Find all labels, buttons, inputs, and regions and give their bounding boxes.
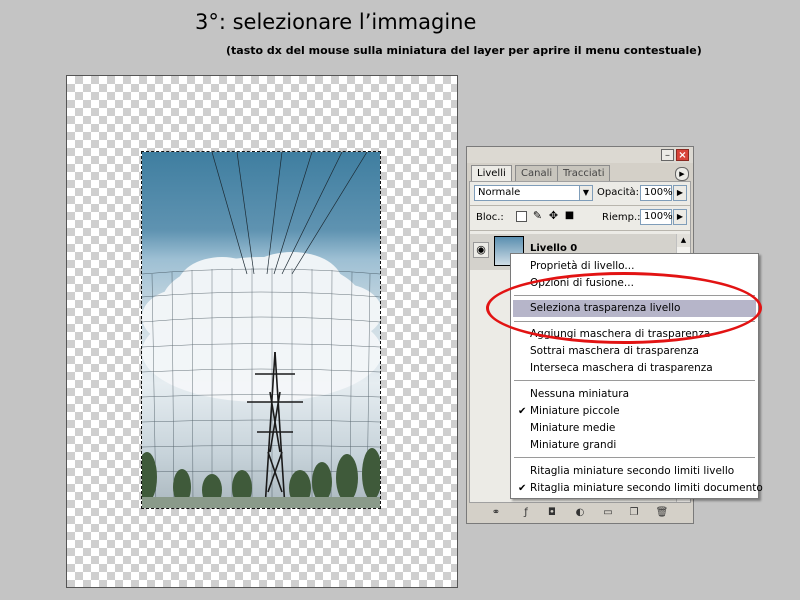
- opacity-label: Opacità:: [597, 187, 640, 198]
- layer-style-icon[interactable]: ƒ: [519, 506, 533, 519]
- menu-item-label: Miniature piccole: [530, 405, 620, 417]
- layer-image: [141, 151, 381, 509]
- menu-item-label: Interseca maschera di trasparenza: [530, 362, 713, 374]
- menu-item-blending-options[interactable]: Opzioni di fusione...: [513, 275, 756, 292]
- scroll-up-icon[interactable]: ▲: [677, 234, 690, 247]
- add-mask-icon[interactable]: ◘: [545, 506, 559, 519]
- checkmark-icon: ✔: [518, 406, 527, 417]
- menu-item-label: Proprietà di livello...: [530, 260, 635, 272]
- panel-menu-arrow-icon[interactable]: ▶: [675, 167, 689, 181]
- menu-item-label: Seleziona trasparenza livello: [530, 302, 681, 314]
- context-menu: Proprietà di livello... Opzioni di fusio…: [510, 253, 763, 499]
- menu-item-intersect-transparency-mask[interactable]: Interseca maschera di trasparenza: [513, 360, 756, 377]
- photo-illustration: [142, 152, 380, 508]
- new-layer-icon[interactable]: ❐: [627, 506, 641, 519]
- menu-item-layer-properties[interactable]: Proprietà di livello...: [513, 258, 756, 275]
- menu-item-clip-thumbnails-document[interactable]: ✔ Ritaglia miniature secondo limiti docum…: [513, 480, 763, 497]
- panel-bottom-toolbar: ⚭ ƒ ◘ ◐ ▭ ❐ 🗑: [469, 505, 691, 521]
- close-button[interactable]: ×: [676, 149, 689, 161]
- menu-item-subtract-transparency-mask[interactable]: Sottrai maschera di trasparenza: [513, 343, 756, 360]
- lock-all-icon[interactable]: ■: [564, 211, 575, 222]
- chevron-down-icon[interactable]: ▼: [579, 185, 593, 201]
- tab-canali[interactable]: Canali: [515, 165, 559, 181]
- menu-item-label: Opzioni di fusione...: [530, 277, 634, 289]
- lock-transparency-icon[interactable]: [516, 211, 527, 222]
- tab-tracciati[interactable]: Tracciati: [557, 165, 611, 181]
- menu-item-label: Miniature medie: [530, 422, 616, 434]
- eye-icon[interactable]: ◉: [473, 242, 489, 258]
- menu-item-label: Ritaglia miniature secondo limiti docume…: [530, 482, 763, 494]
- menu-item-small-thumbnails[interactable]: ✔ Miniature piccole: [513, 403, 756, 420]
- opacity-input[interactable]: 100%: [640, 185, 673, 201]
- divider: [470, 230, 690, 231]
- link-icon[interactable]: ⚭: [489, 506, 503, 519]
- checkmark-icon: ✔: [518, 483, 527, 494]
- menu-item-select-layer-transparency[interactable]: Seleziona trasparenza livello: [513, 300, 756, 317]
- menu-separator: [514, 380, 755, 381]
- lock-label: Bloc.:: [476, 212, 504, 223]
- minimize-button[interactable]: –: [661, 149, 674, 161]
- tab-livelli[interactable]: Livelli: [471, 165, 512, 182]
- menu-separator: [514, 295, 755, 296]
- menu-item-add-transparency-mask[interactable]: Aggiungi maschera di trasparenza: [513, 326, 756, 343]
- folder-icon[interactable]: ▭: [601, 506, 615, 519]
- trash-icon[interactable]: 🗑: [655, 506, 669, 519]
- menu-separator: [514, 457, 755, 458]
- fill-label: Riemp.:: [602, 212, 641, 223]
- document-canvas[interactable]: [66, 75, 458, 588]
- menu-item-large-thumbnails[interactable]: Miniature grandi: [513, 437, 756, 454]
- tutorial-subtitle: (tasto dx del mouse sulla miniatura del …: [226, 44, 702, 57]
- opacity-slider-arrow-icon[interactable]: ▶: [673, 185, 687, 201]
- menu-item-label: Nessuna miniatura: [530, 388, 630, 400]
- menu-item-no-thumbnails[interactable]: Nessuna miniatura: [513, 386, 756, 403]
- lock-icons: ✎ ✥ ■: [514, 209, 584, 225]
- menu-item-medium-thumbnails[interactable]: Miniature medie: [513, 420, 756, 437]
- divider: [470, 205, 690, 206]
- menu-item-clip-thumbnails-layer[interactable]: Ritaglia miniature secondo limiti livell…: [513, 463, 756, 480]
- panel-titlebar[interactable]: – ×: [467, 147, 693, 163]
- adjustment-layer-icon[interactable]: ◐: [573, 506, 587, 519]
- blend-mode-select[interactable]: Normale: [474, 185, 580, 201]
- fill-input[interactable]: 100%: [640, 209, 673, 225]
- lock-brush-icon[interactable]: ✎: [532, 210, 543, 222]
- fill-slider-arrow-icon[interactable]: ▶: [673, 209, 687, 225]
- menu-item-label: Miniature grandi: [530, 439, 617, 451]
- menu-separator: [514, 321, 755, 322]
- menu-item-label: Aggiungi maschera di trasparenza: [530, 328, 711, 340]
- lock-move-icon[interactable]: ✥: [548, 210, 559, 222]
- tutorial-title: 3°: selezionare l’immagine: [195, 10, 477, 34]
- menu-item-label: Sottrai maschera di trasparenza: [530, 345, 699, 357]
- menu-item-label: Ritaglia miniature secondo limiti livell…: [530, 465, 735, 477]
